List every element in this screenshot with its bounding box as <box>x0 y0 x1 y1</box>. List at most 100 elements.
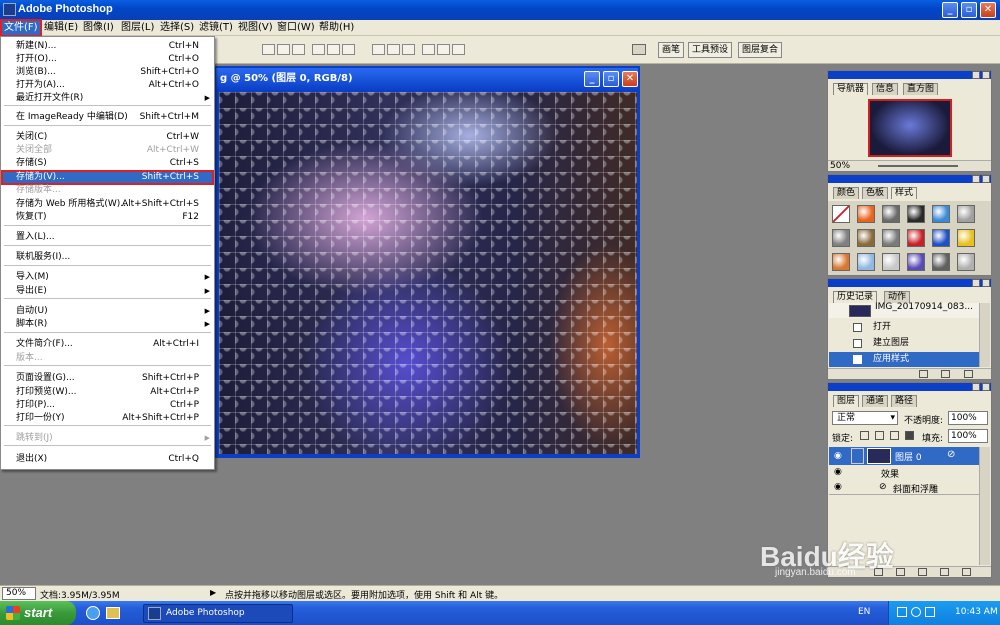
file-menu-item[interactable]: 导入(M) ▶ <box>2 271 213 284</box>
file-menu-item[interactable]: 页面设置(G)... Shift+Ctrl+P <box>2 372 213 385</box>
file-menu-item[interactable]: 在 ImageReady 中编辑(D) Shift+Ctrl+M <box>2 111 213 124</box>
doc-maximize-button[interactable]: ▫ <box>603 71 619 87</box>
tab-tool-presets[interactable]: 工具预设 <box>688 42 733 58</box>
visibility-eye-icon[interactable]: ◉ <box>834 467 842 477</box>
tab-info[interactable]: 信息 <box>872 83 899 95</box>
brush-link-icon[interactable] <box>851 448 864 464</box>
style-swatch[interactable] <box>882 253 900 271</box>
align-bottom-icon[interactable] <box>292 44 305 55</box>
lock-all-icon[interactable] <box>905 431 914 440</box>
image-canvas[interactable] <box>219 92 637 454</box>
file-menu-item[interactable]: 文件简介(F)... Alt+Ctrl+I <box>2 338 213 351</box>
distribute-bottom-icon[interactable] <box>402 44 415 55</box>
trash-icon[interactable] <box>964 370 973 378</box>
style-swatch[interactable] <box>857 253 875 271</box>
palette-minimize-icon[interactable] <box>972 383 980 391</box>
tab-layer-comps[interactable]: 图层复合 <box>738 42 783 58</box>
menu-filter[interactable]: 滤镜(T) <box>197 21 235 35</box>
lock-position-icon[interactable] <box>890 431 899 440</box>
style-swatch[interactable] <box>832 229 850 247</box>
file-menu-item[interactable]: 导出(E) ▶ <box>2 285 213 298</box>
file-menu-item[interactable]: 退出(X) Ctrl+Q <box>2 453 213 466</box>
navigator-zoom-value[interactable]: 50% <box>830 161 850 171</box>
zoom-slider[interactable] <box>878 165 958 167</box>
effects-fx-icon[interactable]: ⊘ <box>947 449 955 460</box>
style-swatch[interactable] <box>907 229 925 247</box>
style-swatch[interactable] <box>882 229 900 247</box>
navigator-thumbnail[interactable] <box>868 99 952 157</box>
lock-transparency-icon[interactable] <box>860 431 869 440</box>
tab-layers[interactable]: 图层 <box>833 395 860 407</box>
style-swatch[interactable] <box>882 205 900 223</box>
taskbar-item-photoshop[interactable]: Adobe Photoshop <box>143 604 293 623</box>
file-menu-item[interactable]: 关闭(C) Ctrl+W <box>2 131 213 144</box>
restore-button[interactable]: ▫ <box>961 2 977 18</box>
menu-image[interactable]: 图像(I) <box>81 21 116 35</box>
file-menu-item[interactable]: 打开为(A)... Alt+Ctrl+O <box>2 79 213 92</box>
layer-effect-row[interactable]: ◉ ⊘ 斜面和浮雕 <box>829 481 979 495</box>
align-vcenter-icon[interactable] <box>277 44 290 55</box>
align-hcenter-icon[interactable] <box>327 44 340 55</box>
file-menu-item[interactable]: 置入(L)... <box>2 231 213 244</box>
style-swatch[interactable] <box>957 229 975 247</box>
mask-icon[interactable] <box>918 568 927 576</box>
tab-paths[interactable]: 路径 <box>891 395 918 407</box>
file-menu-item[interactable]: 自动(U) ▶ <box>2 305 213 318</box>
tab-history[interactable]: 历史记录 <box>833 291 878 303</box>
style-swatch[interactable] <box>932 205 950 223</box>
layer-effects-row[interactable]: ◉ 效果 <box>829 466 979 480</box>
style-swatch[interactable] <box>832 253 850 271</box>
opacity-input[interactable]: 100% <box>948 411 988 425</box>
palette-minimize-icon[interactable] <box>972 175 980 183</box>
history-scrollbar[interactable] <box>979 303 990 367</box>
style-swatch[interactable] <box>957 205 975 223</box>
ie-icon[interactable] <box>86 606 100 620</box>
add-style-icon[interactable] <box>896 568 905 576</box>
volume-icon[interactable] <box>925 607 935 617</box>
palette-close-icon[interactable] <box>982 279 990 287</box>
file-menu-item[interactable]: 恢复(T) F12 <box>2 211 213 224</box>
file-menu-item[interactable]: 浏览(B)... Shift+Ctrl+O <box>2 66 213 79</box>
style-swatch[interactable] <box>907 205 925 223</box>
status-arrow-icon[interactable]: ▶ <box>210 588 216 597</box>
file-menu-item[interactable]: 存储为(V)... Shift+Ctrl+S <box>1 170 214 185</box>
doc-close-button[interactable]: ✕ <box>622 71 638 87</box>
minimize-button[interactable]: _ <box>942 2 958 18</box>
history-step-current[interactable]: 应用样式 <box>829 352 979 367</box>
tab-styles[interactable]: 样式 <box>891 187 918 199</box>
tab-swatches[interactable]: 色板 <box>862 187 889 199</box>
style-swatch[interactable] <box>957 253 975 271</box>
layers-scrollbar[interactable] <box>979 447 990 565</box>
zoom-input[interactable]: 50% <box>2 587 36 600</box>
folder-icon[interactable] <box>106 607 120 619</box>
style-swatch[interactable] <box>832 205 850 223</box>
file-menu-item[interactable]: 存储(S) Ctrl+S <box>2 157 213 170</box>
file-menu-item[interactable]: 新建(N)... Ctrl+N <box>2 40 213 53</box>
tab-color[interactable]: 颜色 <box>833 187 860 199</box>
style-swatch[interactable] <box>932 253 950 271</box>
network-icon[interactable] <box>897 607 907 617</box>
history-step[interactable]: 打开 <box>829 320 979 335</box>
align-right-icon[interactable] <box>342 44 355 55</box>
distribute-vcenter-icon[interactable] <box>387 44 400 55</box>
palette-minimize-icon[interactable] <box>972 71 980 79</box>
palette-close-icon[interactable] <box>982 175 990 183</box>
style-swatch[interactable] <box>857 229 875 247</box>
tab-brushes[interactable]: 画笔 <box>658 42 685 58</box>
fill-input[interactable]: 100% <box>948 429 988 443</box>
language-indicator[interactable]: EN <box>858 607 870 617</box>
tab-navigator[interactable]: 导航器 <box>833 83 869 95</box>
layer-row[interactable]: ◉ 图层 0 ⊘ <box>829 447 979 465</box>
close-button[interactable]: ✕ <box>980 2 996 18</box>
tab-histogram[interactable]: 直方图 <box>903 83 939 95</box>
distribute-hcenter-icon[interactable] <box>437 44 450 55</box>
lock-pixels-icon[interactable] <box>875 431 884 440</box>
file-menu-item[interactable]: 打印预览(W)... Alt+Ctrl+P <box>2 386 213 399</box>
palette-minimize-icon[interactable] <box>972 279 980 287</box>
file-menu-item[interactable]: 最近打开文件(R) ▶ <box>2 92 213 105</box>
antivirus-icon[interactable] <box>911 607 921 617</box>
menu-select[interactable]: 选择(S) <box>158 21 196 35</box>
new-layer-icon[interactable] <box>940 568 949 576</box>
palette-close-icon[interactable] <box>982 71 990 79</box>
style-swatch[interactable] <box>907 253 925 271</box>
